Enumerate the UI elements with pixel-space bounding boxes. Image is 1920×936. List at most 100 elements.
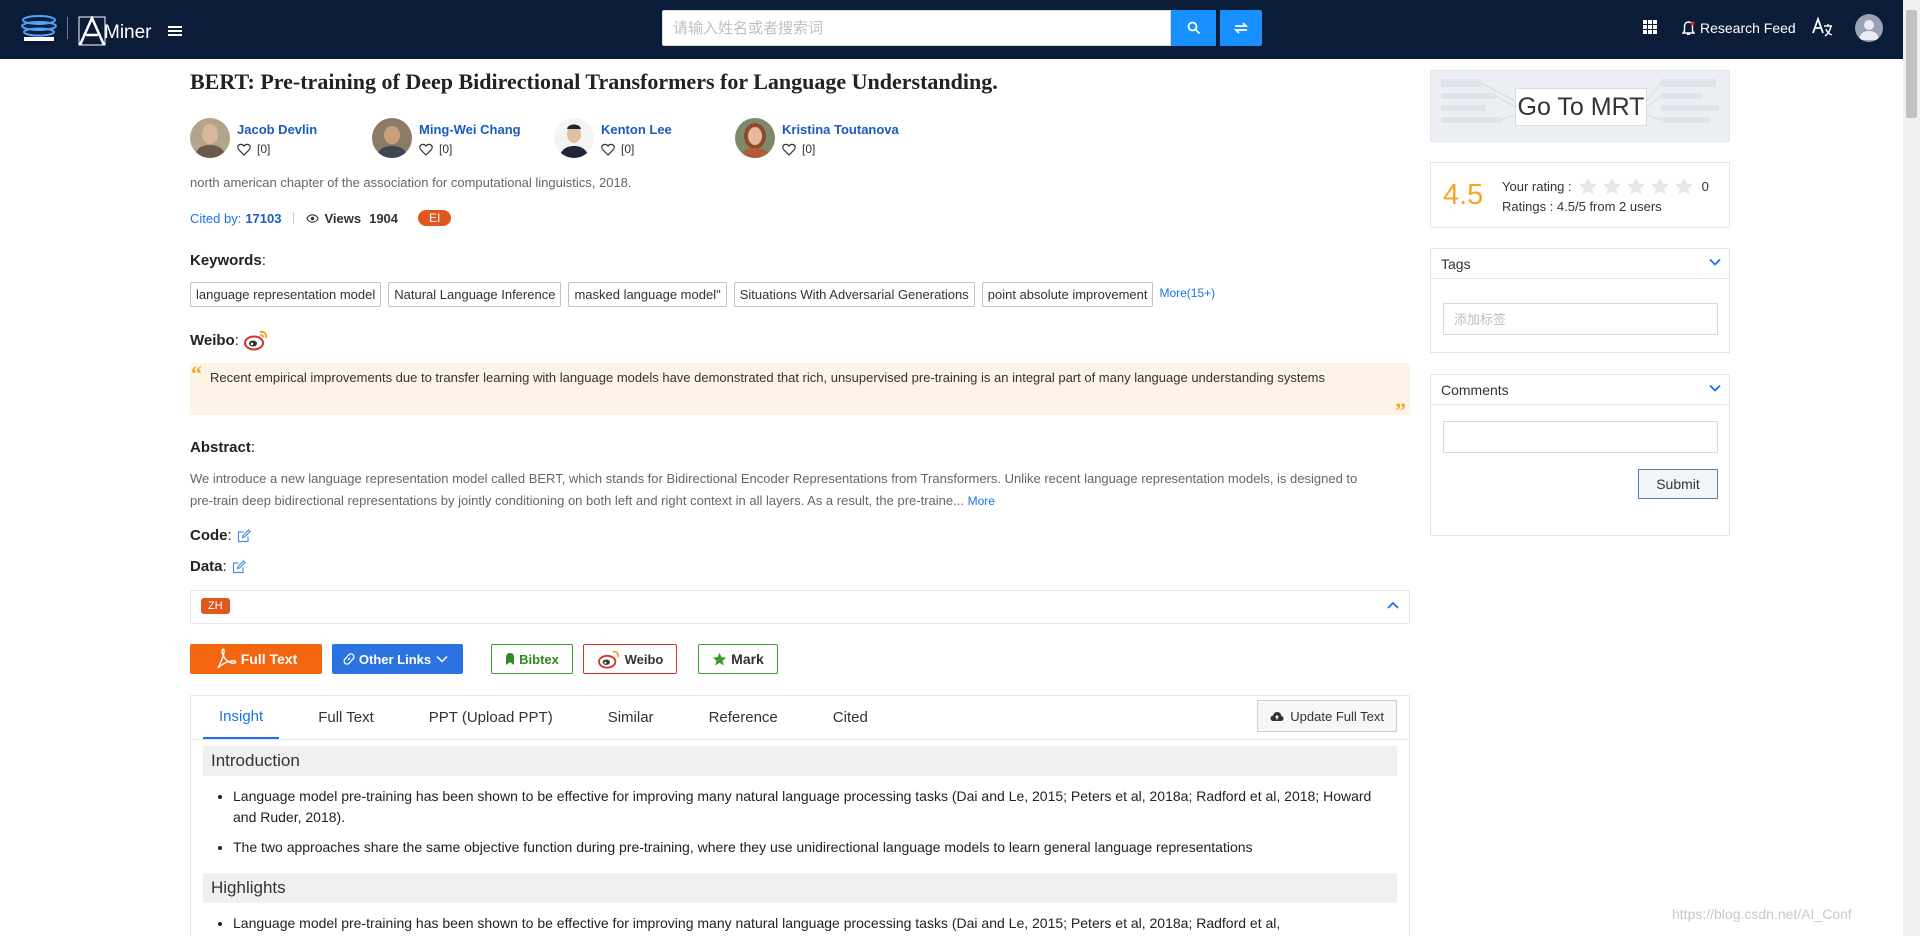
tab-reference[interactable]: Reference: [693, 696, 794, 739]
keywords-more-link[interactable]: More(15+): [1159, 286, 1215, 300]
star-icon: [712, 652, 727, 665]
star-rating-4-icon[interactable]: [1650, 177, 1670, 196]
tab-full-text[interactable]: Full Text: [302, 696, 390, 739]
pdf-icon: [217, 648, 237, 669]
full-text-button[interactable]: Full Text: [190, 644, 322, 674]
chevron-down-icon[interactable]: [1709, 384, 1721, 392]
follow-author-button[interactable]: [0]: [782, 142, 899, 156]
mark-button[interactable]: Mark: [698, 644, 778, 674]
star-rating-5-icon[interactable]: [1674, 177, 1694, 196]
tab-insight[interactable]: Insight: [203, 696, 280, 739]
cited-by-label[interactable]: Cited by:: [190, 211, 241, 226]
follow-count: [0]: [439, 142, 453, 156]
weibo-label: Weibo: [190, 331, 235, 349]
research-feed-link[interactable]: Research Feed: [1682, 17, 1796, 39]
chevron-up-icon[interactable]: [1387, 601, 1399, 609]
stats-divider: [293, 212, 295, 224]
logo-divider: [67, 17, 68, 39]
translate-icon[interactable]: [1810, 15, 1834, 39]
cited-by-count[interactable]: 17103: [245, 211, 281, 226]
tab-similar[interactable]: Similar: [592, 696, 670, 739]
rating-summary: Ratings : 4.5/5 from 2 users: [1502, 199, 1662, 214]
apps-grid-icon[interactable]: [1643, 20, 1657, 34]
search-input[interactable]: [663, 11, 1170, 45]
aminer-logo[interactable]: Miner: [78, 12, 152, 46]
translation-panel[interactable]: ZH: [190, 590, 1410, 624]
keyword-tag[interactable]: Natural Language Inference: [388, 282, 562, 307]
comment-input[interactable]: [1443, 421, 1718, 453]
ei-badge: EI: [418, 210, 452, 226]
heart-icon: [419, 143, 433, 156]
follow-author-button[interactable]: [0]: [237, 142, 317, 156]
update-full-text-button[interactable]: Update Full Text: [1257, 700, 1397, 732]
quote-open-icon: “: [191, 361, 202, 386]
tab-bar: Insight Full Text PPT (Upload PPT) Simil…: [203, 696, 907, 739]
edit-code-icon[interactable]: [237, 528, 251, 543]
keyword-tag[interactable]: point absolute improvement: [981, 282, 1154, 307]
scrollbar-thumb[interactable]: [1906, 10, 1917, 118]
star-rating-2-icon[interactable]: [1602, 177, 1622, 196]
author-card: Jacob Devlin [0]: [190, 118, 317, 160]
chevron-down-icon[interactable]: [1709, 258, 1721, 266]
swap-icon: [1233, 22, 1249, 34]
go-to-mrt-button[interactable]: Go To MRT: [1515, 88, 1647, 126]
weibo-quote: “ Recent empirical improvements due to t…: [190, 361, 1410, 422]
keyword-tag[interactable]: masked language model": [568, 282, 727, 307]
author-name[interactable]: Kenton Lee: [601, 122, 672, 137]
menu-icon[interactable]: [168, 26, 182, 36]
star-rating-1-icon[interactable]: [1578, 177, 1598, 196]
tags-header[interactable]: Tags: [1431, 249, 1729, 279]
your-rating-value: 0: [1701, 179, 1709, 194]
go-to-mrt-card[interactable]: Go To MRT: [1430, 70, 1730, 142]
user-avatar-icon[interactable]: [1855, 14, 1883, 42]
submit-comment-button[interactable]: Submit: [1638, 469, 1718, 499]
other-links-label: Other Links: [358, 651, 432, 667]
link-icon: [343, 653, 355, 665]
vicvest-logo[interactable]: [20, 14, 58, 42]
weibo-quote-text: Recent empirical improvements due to tra…: [210, 370, 1325, 385]
comments-header[interactable]: Comments: [1431, 375, 1729, 405]
tags-card: Tags: [1430, 248, 1730, 353]
keyword-tag[interactable]: language representation model: [190, 282, 382, 307]
keyword-list: language representation model Natural La…: [190, 281, 1215, 308]
author-avatar[interactable]: [190, 118, 230, 158]
keyword-tag[interactable]: Situations With Adversarial Generations: [733, 282, 975, 307]
keywords-label: Keywords: [190, 252, 262, 269]
abstract-body: We introduce a new language representati…: [190, 471, 1358, 508]
code-label: Code: [190, 527, 228, 544]
aminer-mark-icon: [78, 16, 106, 46]
swap-search-button[interactable]: [1220, 10, 1262, 46]
search-icon: [1187, 21, 1200, 35]
author-name[interactable]: Ming-Wei Chang: [419, 122, 521, 137]
tab-cited[interactable]: Cited: [817, 696, 884, 739]
data-label: Data: [190, 558, 223, 575]
tab-ppt[interactable]: PPT (Upload PPT): [413, 696, 569, 739]
weibo-share-button[interactable]: Weibo: [583, 644, 677, 674]
mark-label: Mark: [731, 651, 764, 667]
update-full-text-label: Update Full Text: [1290, 708, 1384, 724]
follow-author-button[interactable]: [0]: [419, 142, 521, 156]
author-avatar[interactable]: [735, 118, 775, 158]
author-avatar[interactable]: [372, 118, 412, 158]
list-item: The two approaches share the same object…: [233, 837, 1383, 858]
tag-input[interactable]: [1443, 303, 1718, 335]
views-label: Views: [324, 210, 362, 226]
keywords-colon: :: [261, 252, 266, 269]
bibtex-button[interactable]: Bibtex: [491, 644, 573, 674]
star-rating-3-icon[interactable]: [1626, 177, 1646, 196]
page-scrollbar[interactable]: [1903, 0, 1920, 936]
search-button[interactable]: [1171, 10, 1216, 46]
paper-stats: Cited by: 17103 Views 1904 EI: [190, 209, 452, 227]
eye-icon: [306, 213, 320, 223]
other-links-button[interactable]: Other Links: [332, 644, 463, 674]
views-count: 1904: [369, 210, 399, 226]
abstract-text: We introduce a new language representati…: [190, 468, 1365, 512]
highlights-list: Language model pre-training has been sho…: [233, 913, 1383, 936]
author-name[interactable]: Jacob Devlin: [237, 122, 317, 137]
weibo-icon: [597, 650, 619, 669]
abstract-more-link[interactable]: More: [968, 494, 995, 508]
edit-data-icon[interactable]: [232, 559, 246, 574]
follow-author-button[interactable]: [0]: [601, 142, 672, 156]
author-avatar[interactable]: [554, 118, 594, 158]
author-name[interactable]: Kristina Toutanova: [782, 122, 899, 137]
